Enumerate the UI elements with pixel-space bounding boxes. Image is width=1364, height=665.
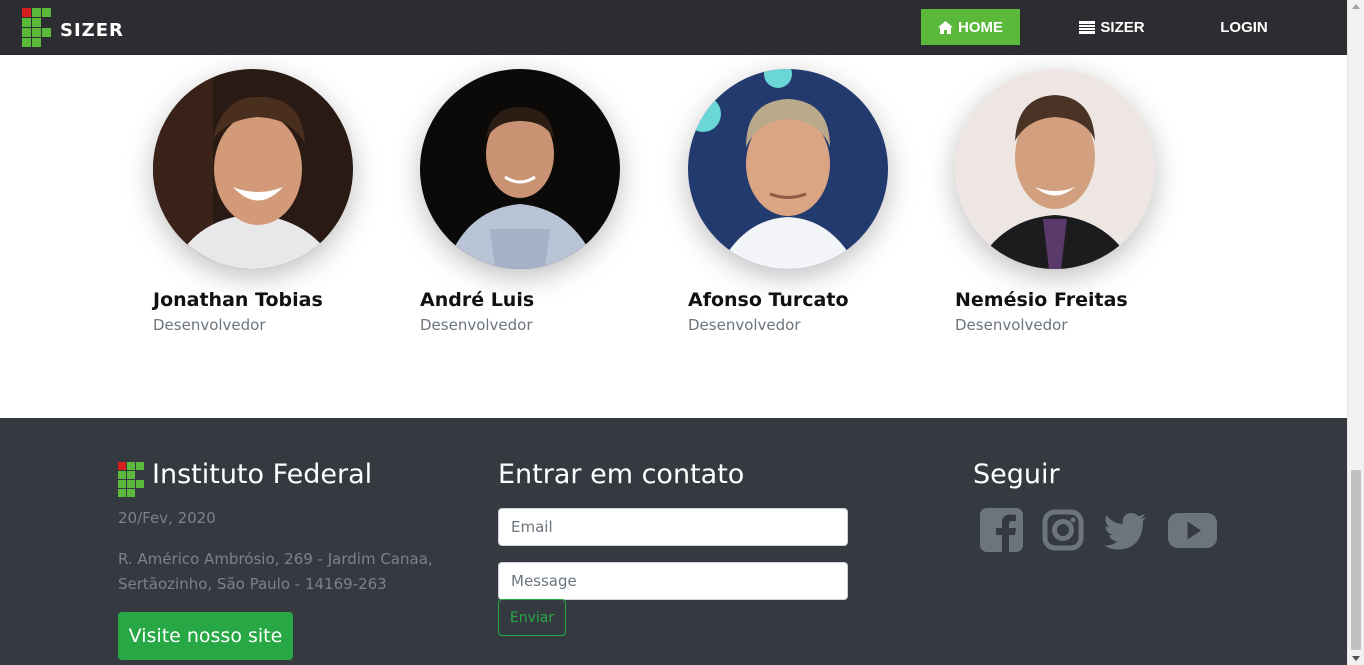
scroll-up-arrow-icon[interactable] [1352, 4, 1360, 9]
message-field[interactable] [498, 562, 848, 600]
if-logo-icon [22, 8, 52, 52]
member-name: Afonso Turcato [688, 289, 849, 311]
member-role: Desenvolvedor [420, 316, 533, 334]
scroll-thumb[interactable] [1351, 470, 1361, 650]
avatar [955, 69, 1155, 269]
instagram-icon[interactable] [1042, 508, 1084, 556]
nav-sizer[interactable]: SIZER [1070, 9, 1154, 45]
member-name: André Luis [420, 289, 535, 311]
avatar [153, 69, 353, 269]
brand-link[interactable]: SIZER [22, 8, 124, 52]
institute-address-line2: Sertãozinho, São Paulo - 14169-263 [118, 575, 387, 593]
nav-home-label: HOME [958, 18, 1003, 36]
institute-title: Instituto Federal [152, 459, 373, 490]
nav-sizer-label: SIZER [1100, 18, 1145, 36]
facebook-icon[interactable] [980, 508, 1023, 556]
scroll-down-arrow-icon[interactable] [1352, 656, 1360, 661]
member-role: Desenvolvedor [153, 316, 266, 334]
youtube-icon[interactable] [1168, 508, 1217, 556]
home-icon [938, 20, 953, 34]
contact-title: Entrar em contato [498, 459, 745, 490]
team-member-card: Nemésio Freitas Desenvolvedor [955, 69, 1215, 334]
institute-address-line1: R. Américo Ambrósio, 269 - Jardim Canaa, [118, 550, 433, 568]
team-member-card: Afonso Turcato Desenvolvedor [688, 69, 948, 334]
nav-home[interactable]: HOME [921, 9, 1020, 45]
institute-date: 20/Fev, 2020 [118, 509, 216, 527]
team-member-card: Jonathan Tobias Desenvolvedor [153, 69, 413, 334]
nav-login-label: LOGIN [1220, 18, 1268, 36]
if-logo-icon [118, 462, 144, 501]
top-navbar: SIZER HOME SIZER LOGIN [0, 0, 1347, 55]
twitter-icon[interactable] [1104, 508, 1147, 556]
send-button[interactable]: Enviar [498, 599, 566, 636]
avatar [688, 69, 888, 269]
member-name: Jonathan Tobias [153, 289, 323, 311]
follow-title: Seguir [973, 459, 1060, 490]
member-role: Desenvolvedor [955, 316, 1068, 334]
nav-login[interactable]: LOGIN [1210, 9, 1278, 45]
email-field[interactable] [498, 508, 848, 546]
member-name: Nemésio Freitas [955, 289, 1128, 311]
team-member-card: André Luis Desenvolvedor [420, 69, 680, 334]
visit-site-button[interactable]: Visite nosso site [118, 612, 293, 660]
table-icon [1079, 20, 1096, 34]
avatar [420, 69, 620, 269]
member-role: Desenvolvedor [688, 316, 801, 334]
vertical-scrollbar[interactable] [1347, 0, 1364, 665]
brand-name: SIZER [60, 19, 124, 41]
